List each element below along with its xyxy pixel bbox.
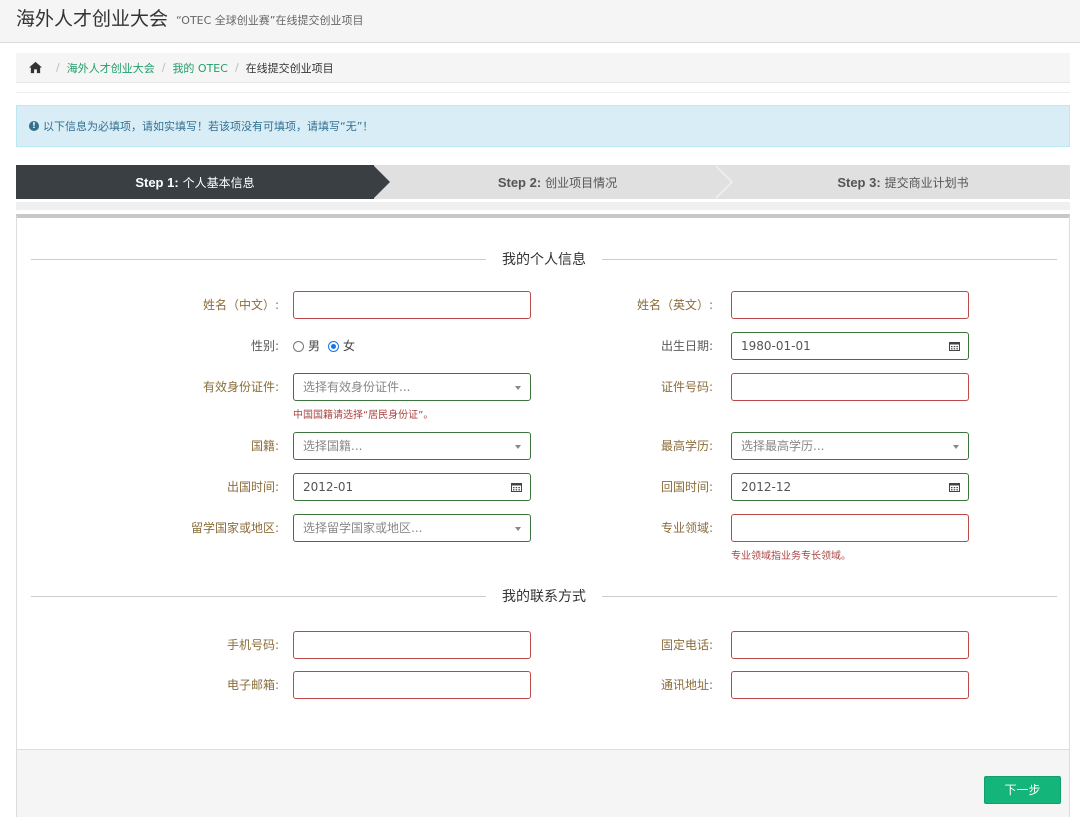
calendar-icon[interactable] bbox=[949, 482, 960, 492]
step-1[interactable]: Step 1: 个人基本信息 bbox=[16, 165, 374, 199]
form-row-email: 电子邮箱: 通讯地址: bbox=[17, 671, 1071, 699]
email-label: 电子邮箱: bbox=[226, 678, 279, 692]
breadcrumb-separator: / bbox=[56, 61, 60, 74]
wizard-steps: Step 1: 个人基本信息 Step 2: 创业项目情况 Step 3: 提交… bbox=[16, 165, 1070, 199]
gender-label: 性别: bbox=[250, 339, 279, 353]
section-title-contact: 我的联系方式 bbox=[502, 589, 586, 605]
steps-underbar bbox=[16, 202, 1070, 210]
form-row-dates: 出国时间: 2012-01 回国时间: 2012-12 bbox=[17, 473, 1071, 501]
id-type-help: 中国国籍请选择“居民身份证”。 bbox=[293, 410, 434, 421]
step-3-label: 提交商业计划书 bbox=[884, 175, 969, 190]
birth-date-value: 1980-01-01 bbox=[741, 339, 811, 353]
phone-input[interactable] bbox=[731, 631, 969, 659]
mobile-input[interactable] bbox=[293, 631, 531, 659]
section-line bbox=[31, 258, 486, 260]
gender-option-female[interactable]: 女 bbox=[343, 332, 355, 360]
info-icon: ! bbox=[29, 121, 39, 131]
name-cn-label: 姓名（中文）: bbox=[202, 298, 279, 312]
step-1-label: 个人基本信息 bbox=[182, 175, 255, 190]
study-country-label: 留学国家或地区: bbox=[190, 521, 279, 535]
id-type-placeholder: 选择有效身份证件... bbox=[303, 380, 411, 394]
breadcrumb-link-otec-conference[interactable]: 海外人才创业大会 bbox=[67, 60, 155, 76]
name-en-input[interactable] bbox=[731, 291, 969, 319]
leave-date-input[interactable]: 2012-01 bbox=[293, 473, 531, 501]
name-cn-input[interactable] bbox=[293, 291, 531, 319]
id-type-label: 有效身份证件: bbox=[202, 380, 279, 394]
nationality-label: 国籍: bbox=[250, 439, 279, 453]
form-row-gender-birth: 性别: 男 女 出生日期: 1980-01-01 bbox=[17, 332, 1071, 360]
form-panel: 我的个人信息 姓名（中文）: 姓名（英文）: 性别: 男 女 出生日期: 198… bbox=[16, 214, 1070, 817]
step-2-number: Step 2: bbox=[497, 174, 542, 190]
study-country-placeholder: 选择留学国家或地区... bbox=[303, 521, 423, 535]
step-3[interactable]: Step 3: 提交商业计划书 bbox=[736, 165, 1070, 199]
step-2[interactable]: Step 2: 创业项目情况 bbox=[391, 165, 724, 199]
breadcrumb-current: 在线提交创业项目 bbox=[245, 61, 334, 75]
id-type-select[interactable]: 选择有效身份证件... bbox=[293, 373, 531, 401]
phone-label: 固定电话: bbox=[660, 638, 713, 652]
top-header: 海外人才创业大会 “OTEC 全球创业赛”在线提交创业项目 bbox=[0, 0, 1080, 43]
required-info-alert: ! 以下信息为必填项，请如实填写！若该项没有可填项，请填写“无”！ bbox=[16, 105, 1070, 147]
gender-option-male[interactable]: 男 bbox=[308, 332, 320, 360]
form-row-nationality: 国籍: 选择国籍... 最高学历: 选择最高学历... bbox=[17, 432, 1071, 460]
major-input[interactable] bbox=[731, 514, 969, 542]
chevron-down-icon bbox=[515, 527, 521, 531]
chevron-down-icon bbox=[953, 445, 959, 449]
leave-date-value: 2012-01 bbox=[303, 480, 354, 494]
section-line bbox=[602, 595, 1057, 597]
home-icon[interactable] bbox=[28, 61, 43, 74]
education-select[interactable]: 选择最高学历... bbox=[731, 432, 969, 460]
return-date-value: 2012-12 bbox=[741, 480, 792, 494]
step-divider-inner bbox=[714, 165, 731, 199]
form-footer: 下一步 bbox=[17, 749, 1069, 817]
breadcrumb-separator: / bbox=[234, 61, 239, 74]
gender-radio-male[interactable] bbox=[293, 340, 304, 352]
site-subtitle: “OTEC 全球创业赛”在线提交创业项目 bbox=[176, 14, 364, 27]
gender-radio-group: 男 女 bbox=[293, 332, 363, 360]
major-label: 专业领域: bbox=[660, 521, 713, 535]
form-row-phone: 手机号码: 固定电话: bbox=[17, 631, 1071, 659]
study-country-select[interactable]: 选择留学国家或地区... bbox=[293, 514, 531, 542]
nationality-placeholder: 选择国籍... bbox=[303, 439, 363, 453]
chevron-down-icon bbox=[515, 386, 521, 390]
mobile-label: 手机号码: bbox=[226, 638, 279, 652]
chevron-down-icon bbox=[515, 445, 521, 449]
section-personal-info: 我的个人信息 bbox=[31, 249, 1057, 269]
step-1-arrow bbox=[373, 165, 390, 199]
calendar-icon[interactable] bbox=[949, 341, 960, 351]
alert-text: 以下信息为必填项，请如实填写！若该项没有可填项，请填写“无”！ bbox=[43, 120, 374, 133]
birth-date-input[interactable]: 1980-01-01 bbox=[731, 332, 969, 360]
section-title-personal: 我的个人信息 bbox=[502, 252, 586, 268]
education-label: 最高学历: bbox=[660, 439, 713, 453]
calendar-icon[interactable] bbox=[511, 482, 522, 492]
section-contact-info: 我的联系方式 bbox=[31, 586, 1057, 606]
gender-radio-female[interactable] bbox=[328, 340, 340, 352]
nationality-select[interactable]: 选择国籍... bbox=[293, 432, 531, 460]
section-line bbox=[31, 595, 486, 597]
email-input[interactable] bbox=[293, 671, 531, 699]
education-placeholder: 选择最高学历... bbox=[741, 439, 825, 453]
step-2-label: 创业项目情况 bbox=[545, 175, 618, 190]
id-number-input[interactable] bbox=[731, 373, 969, 401]
form-row-names: 姓名（中文）: 姓名（英文）: bbox=[17, 291, 1071, 319]
return-date-input[interactable]: 2012-12 bbox=[731, 473, 969, 501]
section-line bbox=[602, 258, 1057, 260]
address-label: 通讯地址: bbox=[660, 678, 713, 692]
site-title[interactable]: 海外人才创业大会 bbox=[16, 4, 168, 31]
step-3-number: Step 3: bbox=[837, 174, 881, 190]
leave-date-label: 出国时间: bbox=[226, 480, 279, 494]
step-1-number: Step 1: bbox=[135, 174, 179, 190]
divider bbox=[16, 92, 1070, 93]
major-help: 专业领域指业务专长领域。 bbox=[731, 551, 851, 562]
form-row-study: 留学国家或地区: 选择留学国家或地区... 专业领域: bbox=[17, 514, 1071, 542]
breadcrumb-link-my-otec[interactable]: 我的 OTEC bbox=[172, 60, 228, 76]
form-row-id: 有效身份证件: 选择有效身份证件... 证件号码: bbox=[17, 373, 1071, 401]
address-input[interactable] bbox=[731, 671, 969, 699]
name-en-label: 姓名（英文）: bbox=[636, 298, 713, 312]
breadcrumb: / 海外人才创业大会 / 我的 OTEC / 在线提交创业项目 bbox=[16, 53, 1070, 83]
next-step-button[interactable]: 下一步 bbox=[984, 776, 1061, 804]
return-date-label: 回国时间: bbox=[660, 480, 713, 494]
id-number-label: 证件号码: bbox=[660, 380, 713, 394]
birth-date-label: 出生日期: bbox=[660, 339, 713, 353]
breadcrumb-separator: / bbox=[161, 61, 166, 74]
